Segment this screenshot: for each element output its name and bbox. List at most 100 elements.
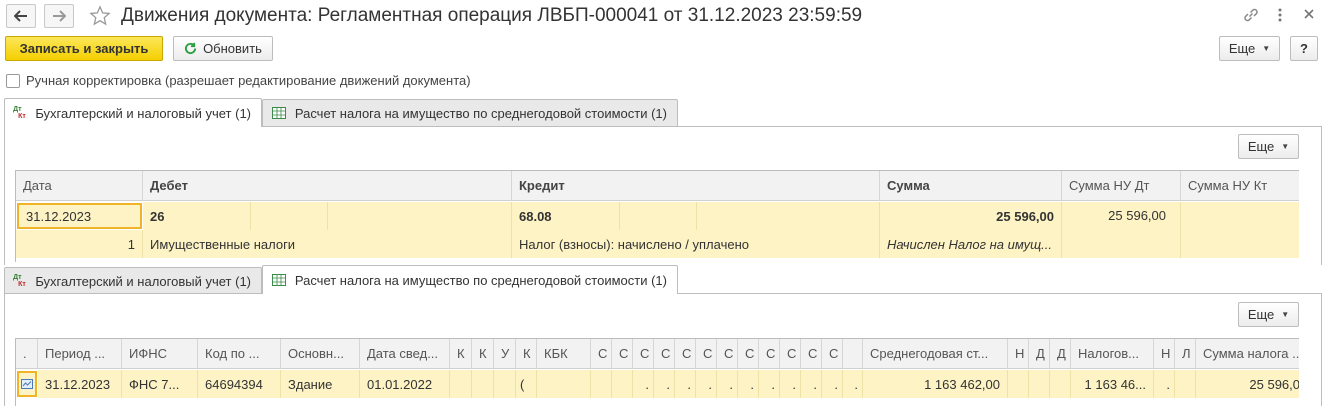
cell-s8[interactable]: . <box>738 370 759 398</box>
cell-avg-cost[interactable]: 1 163 462,00 <box>863 370 1008 398</box>
col-header-basis[interactable]: Основн... <box>281 339 360 369</box>
col-header-s7[interactable]: С <box>717 339 738 369</box>
cell-s13[interactable]: . <box>843 370 863 398</box>
cell-credit-subconto[interactable]: Налог (взносы): начислено / уплачено <box>512 230 880 258</box>
cell-date[interactable]: 31.12.2023 <box>17 203 142 229</box>
col-header-avg-cost[interactable]: Среднегодовая ст... <box>863 339 1008 369</box>
col-header-tax-base[interactable]: Налогов... <box>1071 339 1154 369</box>
col-header-s2[interactable]: С <box>612 339 633 369</box>
col-header-s13[interactable] <box>843 339 863 369</box>
cell-content[interactable]: Начислен Налог на имущ... <box>880 230 1062 258</box>
col-header-amount-nu-dt[interactable]: Сумма НУ Дт <box>1062 171 1181 201</box>
col-header-d1[interactable]: Д <box>1029 339 1050 369</box>
cell-line-number[interactable]: 1 <box>16 230 143 258</box>
cell-s5[interactable]: . <box>675 370 696 398</box>
col-header-s3[interactable]: С <box>633 339 654 369</box>
cell-d1[interactable] <box>1029 370 1050 398</box>
col-header-period[interactable]: Период ... <box>38 339 122 369</box>
col-header-k2[interactable]: К <box>472 339 494 369</box>
col-header-k3[interactable]: К <box>516 339 537 369</box>
cell-n1[interactable] <box>1008 370 1029 398</box>
col-header-d2[interactable]: Д <box>1050 339 1071 369</box>
cell-debit-subconto[interactable]: Имущественные налоги <box>143 230 512 258</box>
panel-more-button-bottom[interactable]: Еще ▼ <box>1238 302 1299 327</box>
cell-amount[interactable]: 25 596,00 <box>880 202 1062 230</box>
col-header-debit[interactable]: Дебет <box>143 171 512 201</box>
cell-code[interactable]: 64694394 <box>198 370 281 398</box>
cell-tax-base[interactable]: 1 163 46... <box>1071 370 1154 398</box>
col-header-credit[interactable]: Кредит <box>512 171 880 201</box>
cell-amount-nu-dt[interactable]: 25 596,00 <box>1062 202 1181 258</box>
cell-credit-subconto-2[interactable] <box>620 202 697 230</box>
cell-debit-account[interactable]: 26 <box>143 202 251 230</box>
col-header-date-info[interactable]: Дата свед... <box>360 339 450 369</box>
tab-accounting-bottom[interactable]: Дт Кт Бухгалтерский и налоговый учет (1) <box>4 267 262 294</box>
cell-s10[interactable]: . <box>780 370 801 398</box>
cell-debit-subconto-2[interactable] <box>251 202 328 230</box>
col-header-date[interactable]: Дата <box>16 171 143 201</box>
cell-u[interactable] <box>494 370 516 398</box>
col-header-k1[interactable]: К <box>450 339 472 369</box>
forward-button[interactable] <box>44 4 74 28</box>
cell-ifns[interactable]: ФНС 7... <box>122 370 198 398</box>
col-header-s6[interactable]: С <box>696 339 717 369</box>
col-header-tax-amount[interactable]: Сумма налога ... <box>1196 339 1299 369</box>
cell-credit-account[interactable]: 68.08 <box>512 202 620 230</box>
col-header-s12[interactable]: С <box>822 339 843 369</box>
cell-basis[interactable]: Здание <box>281 370 360 398</box>
col-header-s11[interactable]: С <box>801 339 822 369</box>
more-actions-button[interactable] <box>1276 7 1284 26</box>
panel-more-button[interactable]: Еще ▼ <box>1238 134 1299 159</box>
cell-tax-amount[interactable]: 25 596,0 <box>1196 370 1299 398</box>
cell-s12[interactable]: . <box>822 370 843 398</box>
col-header-s4[interactable]: С <box>654 339 675 369</box>
more-button[interactable]: Еще ▼ <box>1219 36 1280 61</box>
col-header-n2[interactable]: Н <box>1154 339 1175 369</box>
col-header-s1[interactable]: С <box>591 339 612 369</box>
col-header-kbk[interactable]: КБК <box>537 339 591 369</box>
cell-s2[interactable] <box>612 370 633 398</box>
cell-d2[interactable] <box>1050 370 1071 398</box>
col-header-n1[interactable]: Н <box>1008 339 1029 369</box>
close-button[interactable] <box>1303 8 1315 23</box>
cell-s7[interactable]: . <box>717 370 738 398</box>
tab-accounting[interactable]: Дт Кт Бухгалтерский и налоговый учет (1) <box>4 98 262 127</box>
back-button[interactable] <box>6 4 36 28</box>
col-header-ifns[interactable]: ИФНС <box>122 339 198 369</box>
refresh-button[interactable]: Обновить <box>173 36 273 61</box>
cell-s4[interactable]: . <box>654 370 675 398</box>
cell-period[interactable]: 31.12.2023 <box>38 370 122 398</box>
cell-amount-nu-kt[interactable] <box>1181 202 1299 258</box>
row-marker[interactable] <box>17 371 37 397</box>
cell-k1[interactable] <box>450 370 472 398</box>
cell-s3[interactable]: . <box>633 370 654 398</box>
cell-s11[interactable]: . <box>801 370 822 398</box>
cell-s1[interactable] <box>591 370 612 398</box>
cell-s9[interactable]: . <box>759 370 780 398</box>
cell-n2[interactable]: . <box>1154 370 1175 398</box>
cell-debit-subconto-3[interactable] <box>328 202 512 230</box>
cell-credit-subconto-3[interactable] <box>697 202 880 230</box>
cell-l1[interactable] <box>1175 370 1196 398</box>
col-header-amount[interactable]: Сумма <box>880 171 1062 201</box>
col-header-marker[interactable]: . <box>16 339 38 369</box>
cell-k3[interactable]: ( <box>516 370 537 398</box>
cell-date-info[interactable]: 01.01.2022 <box>360 370 450 398</box>
cell-s6[interactable]: . <box>696 370 717 398</box>
col-header-u[interactable]: У <box>494 339 516 369</box>
manual-correction-checkbox[interactable] <box>6 74 20 88</box>
tab-property-tax-bottom[interactable]: Расчет налога на имущество по среднегодо… <box>262 265 678 294</box>
col-header-amount-nu-kt[interactable]: Сумма НУ Кт <box>1181 171 1299 201</box>
col-header-s10[interactable]: С <box>780 339 801 369</box>
col-header-s9[interactable]: С <box>759 339 780 369</box>
col-header-l1[interactable]: Л <box>1175 339 1196 369</box>
col-header-code[interactable]: Код по ... <box>198 339 281 369</box>
link-button[interactable] <box>1242 6 1260 27</box>
col-header-s8[interactable]: С <box>738 339 759 369</box>
col-header-s5[interactable]: С <box>675 339 696 369</box>
save-and-close-button[interactable]: Записать и закрыть <box>5 36 163 61</box>
help-button[interactable]: ? <box>1290 36 1318 61</box>
cell-k2[interactable] <box>472 370 494 398</box>
cell-kbk[interactable] <box>537 370 591 398</box>
tab-property-tax[interactable]: Расчет налога на имущество по среднегодо… <box>262 99 678 126</box>
